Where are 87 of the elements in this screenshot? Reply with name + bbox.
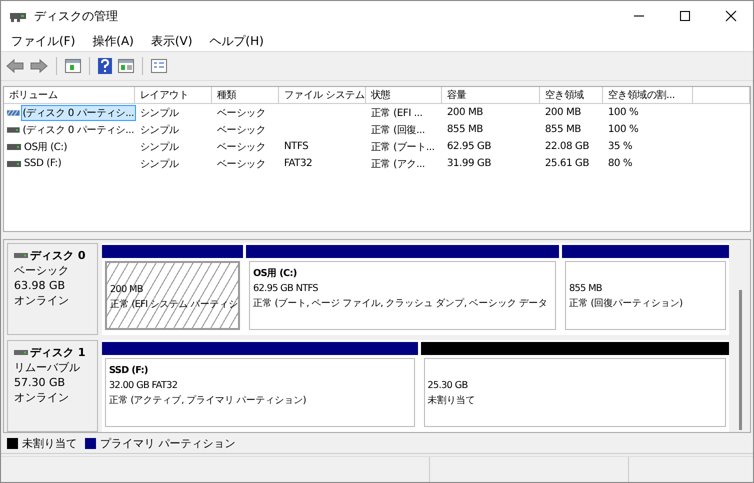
disk-type: リムーバブル (14, 360, 81, 376)
partition-block[interactable]: 855 MB 正常 (回復パーティション) (565, 261, 726, 330)
partition-detail: 正常 (アクティブ, プライマリ パーティション) (109, 394, 307, 408)
partition-detail: 未割り当て (428, 394, 476, 408)
partition-detail: 200 MB (110, 283, 144, 298)
forward-arrow-icon[interactable] (30, 58, 48, 74)
partition-detail: 62.95 GB NTFS (253, 282, 319, 296)
table-cell: 855 MB (545, 124, 581, 136)
column-header[interactable]: ファイル システム (279, 87, 366, 104)
partition-block[interactable]: OS用 (C:) 62.95 GB NTFS 正常 (ブート, ページ ファイル, クラッシュ ダンプ, ベーシック データ (249, 261, 556, 330)
table-cell: NTFS (284, 141, 308, 152)
menu-item[interactable]: ファイル(F) (11, 33, 76, 50)
table-cell: 80 % (608, 158, 632, 170)
table-cell-text: シンプル (140, 158, 179, 171)
column-header[interactable]: 空き領域 (540, 87, 603, 104)
checklist-icon[interactable] (151, 59, 167, 74)
partition-detail: 正常 (回復パーティション) (569, 297, 684, 312)
empty-column-header (693, 87, 750, 104)
table-cell: 62.95 GB (447, 141, 492, 152)
table-cell: 22.08 GB (545, 141, 590, 152)
disk-name: ディスク 0 (30, 248, 86, 264)
table-cell-text: ベーシック (217, 106, 266, 120)
table-cell-text: ベーシック (217, 158, 266, 171)
table-cell: FAT32 (284, 158, 312, 170)
partition-detail: 855 MB (569, 282, 603, 296)
partition-detail: 正常 (EFI システム パーティシ (110, 298, 236, 312)
partition-detail: 正常 (ブート, ページ ファイル, クラッシュ ダンプ, ベーシック データ (253, 297, 548, 312)
legend-label: プライマリ パーティション (100, 436, 236, 451)
disk-drive-icon (10, 10, 26, 22)
table-cell: 100 % (608, 107, 638, 118)
table-cell-text: ベーシック (217, 140, 266, 154)
window-title: ディスクの管理 (34, 8, 118, 25)
table-cell: 35 % (608, 141, 632, 152)
drive-icon (14, 253, 28, 258)
table-cell-text: ベーシック (217, 124, 266, 137)
volume-name[interactable]: SSD (F:) (23, 158, 62, 170)
table-cell-text: 正常 (回復... (371, 124, 425, 137)
legend-label: 未割り当て (22, 436, 77, 451)
table-cell: 100 % (608, 124, 638, 136)
disk-status: オンライン (14, 293, 70, 308)
column-header[interactable]: 空き領域の割... (603, 87, 693, 104)
table-cell-text: シンプル (140, 140, 179, 154)
menu-item[interactable]: 操作(A) (92, 33, 134, 50)
panel-icon[interactable] (65, 59, 81, 74)
table-cell: 31.99 GB (447, 158, 492, 170)
disk-status: オンライン (14, 390, 70, 406)
disk-type: ベーシック (14, 263, 70, 278)
table-cell-text: シンプル (140, 106, 179, 120)
disk-size: 63.98 GB (14, 278, 66, 294)
table-cell: 855 MB (447, 124, 483, 136)
volume-name[interactable]: (ディスク 0 パーティシ... (22, 122, 135, 137)
back-arrow-icon[interactable] (6, 58, 24, 74)
table-cell: 200 MB (545, 107, 581, 118)
close-icon[interactable] (725, 10, 737, 22)
partition-block[interactable]: SSD (F:) 32.00 GB FAT32 正常 (アクティブ, プライマリ パーティション) (105, 358, 414, 428)
help-icon[interactable] (98, 58, 112, 74)
partition-detail: 25.30 GB (428, 379, 469, 394)
table-cell-text: 正常 (EFI ... (371, 106, 423, 120)
partition-detail: 32.00 GB FAT32 (109, 379, 178, 394)
scrollbar[interactable] (732, 240, 750, 432)
column-header[interactable]: 状態 (366, 87, 442, 104)
partition-title: OS用 (C:) (253, 267, 298, 282)
drive-icon (7, 144, 21, 150)
column-header[interactable]: ボリューム (4, 87, 135, 104)
disk-name: ディスク 1 (30, 345, 86, 360)
table-cell-text: 正常 (ブート... (371, 140, 435, 154)
drive-icon (7, 160, 21, 167)
partition-block[interactable]: 25.30 GB 未割り当て (424, 358, 726, 428)
table-cell: 25.61 GB (545, 158, 590, 170)
volume-name[interactable]: (ディスク 0 パーティシ... (22, 106, 135, 120)
maximize-icon[interactable] (679, 10, 691, 22)
panel-icon[interactable] (118, 59, 134, 74)
drive-icon (7, 126, 20, 133)
partition-title: SSD (F:) (109, 364, 149, 378)
table-cell-text: シンプル (140, 124, 179, 137)
column-header[interactable]: 容量 (442, 87, 540, 104)
disk-size: 57.30 GB (14, 375, 66, 390)
menu-item[interactable]: ヘルプ(H) (209, 33, 264, 50)
menu-item[interactable]: 表示(V) (150, 33, 192, 50)
column-header[interactable]: 種類 (212, 87, 279, 104)
striped-volume-icon (7, 110, 20, 116)
partition-block[interactable]: 200 MB 正常 (EFI システム パーティシ (105, 261, 240, 330)
volume-name[interactable]: OS用 (C:) (23, 140, 68, 154)
table-cell-text: 正常 (アク... (371, 158, 425, 171)
column-header[interactable]: レイアウト (135, 87, 212, 104)
drive-icon (14, 350, 28, 356)
table-cell: 200 MB (447, 107, 483, 118)
